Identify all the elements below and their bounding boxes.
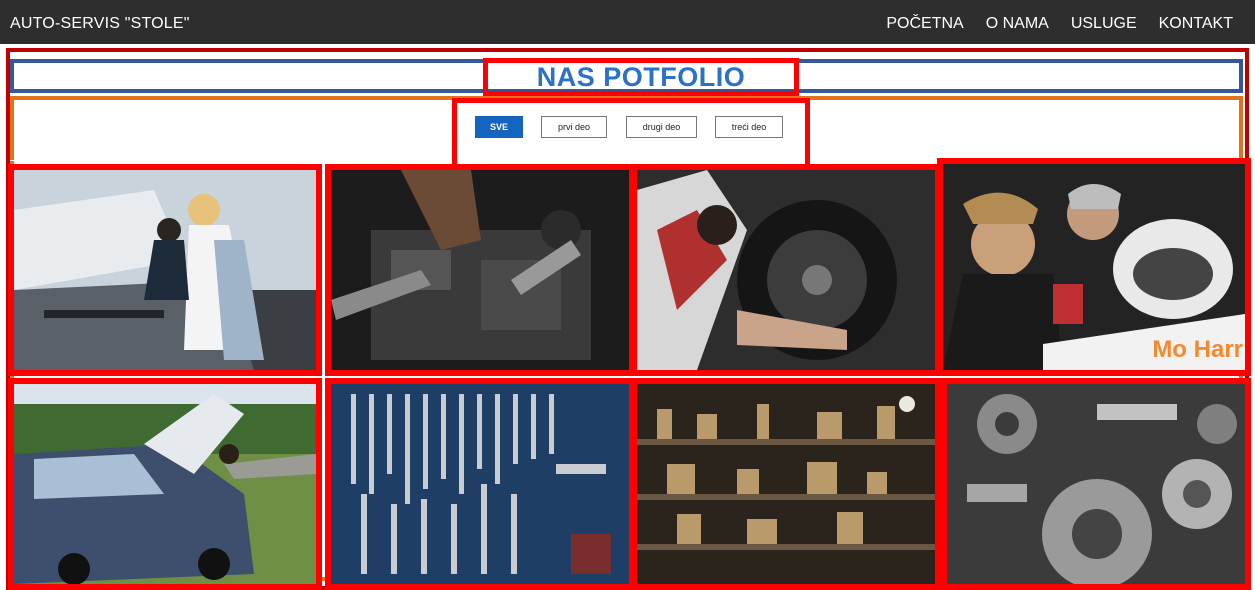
gallery-item[interactable] — [8, 378, 322, 590]
title-highlight-box: NAS POTFOLIO — [483, 58, 799, 96]
workshop-shelf-photo — [637, 384, 935, 584]
nav-link-kontakt[interactable]: KONTAKT — [1159, 15, 1233, 33]
nav-link-usluge[interactable]: USLUGE — [1071, 15, 1137, 33]
nav-link-o-nama[interactable]: O NAMA — [986, 15, 1049, 33]
engine-wrench-photo — [331, 170, 629, 370]
nav-link-pocetna[interactable]: POČETNA — [886, 15, 963, 33]
filter-button-drugi-deo[interactable]: drugi deo — [626, 116, 697, 138]
gallery-item[interactable] — [631, 164, 941, 376]
top-navbar: AUTO-SERVIS "STOLE" POČETNA O NAMA USLUG… — [0, 0, 1255, 44]
nav-links: POČETNA O NAMA USLUGE KONTAKT — [886, 15, 1233, 33]
wheel-repair-photo — [637, 170, 935, 370]
car-hood-open-photo — [14, 384, 316, 584]
filter-button-sve[interactable]: SVE — [475, 116, 523, 138]
gallery-item[interactable] — [8, 164, 322, 376]
mechanics-under-hood-photo — [14, 170, 316, 370]
brand-logo-text[interactable]: AUTO-SERVIS "STOLE" — [10, 15, 190, 33]
gallery-item[interactable] — [325, 164, 635, 376]
filter-button-prvi-deo[interactable]: prvi deo — [541, 116, 607, 138]
portfolio-title: NAS POTFOLIO — [536, 61, 746, 92]
wrench-wall-photo — [331, 384, 629, 584]
gallery-item[interactable] — [325, 378, 635, 590]
gallery-item[interactable] — [631, 378, 941, 590]
gallery-item[interactable] — [941, 378, 1251, 590]
racing-photo-caption: Mo Harr — [1152, 336, 1243, 363]
gallery-item[interactable]: Mo Harr — [937, 158, 1251, 376]
gears-parts-photo — [947, 384, 1245, 584]
filter-button-treci-deo[interactable]: treći deo — [715, 116, 783, 138]
